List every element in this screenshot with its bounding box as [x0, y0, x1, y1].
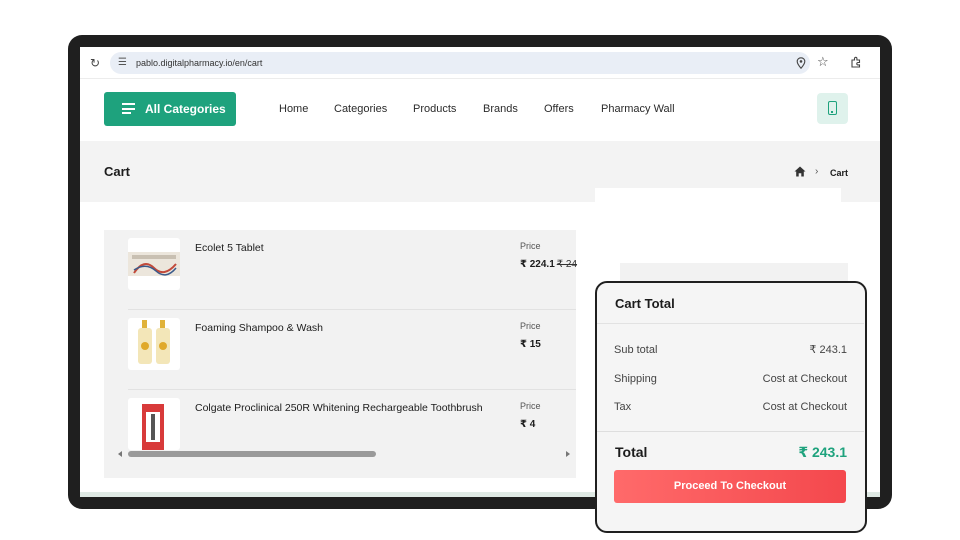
price-label: Price [520, 241, 541, 251]
nav-link-offers[interactable]: Offers [544, 102, 574, 116]
cart-total-title: Cart Total [615, 296, 675, 311]
current-price: ₹ 4 [520, 419, 536, 430]
nav-link-categories[interactable]: Categories [334, 102, 387, 116]
reload-icon[interactable]: ↻ [90, 56, 100, 70]
shipping-value: Cost at Checkout [762, 373, 847, 385]
main-navigation: All Categories Home Categories Products … [80, 79, 880, 141]
price-value: ₹ 4 [520, 419, 535, 431]
product-name[interactable]: Colgate Proclinical 250R Whitening Recha… [195, 402, 483, 415]
proceed-to-checkout-button[interactable]: Proceed To Checkout [614, 470, 846, 503]
url-text: pablo.digitalpharmacy.io/en/cart [136, 58, 263, 68]
tax-label: Tax [614, 401, 632, 413]
scrollbar-thumb[interactable] [128, 451, 376, 457]
current-price: ₹ 224.1 [520, 259, 555, 270]
price-label: Price [520, 321, 541, 331]
location-icon[interactable] [796, 57, 806, 69]
subtotal-label: Sub total [614, 344, 658, 356]
tax-value: Cost at Checkout [762, 401, 847, 413]
blank-panel [595, 188, 841, 263]
horizontal-scrollbar[interactable] [118, 450, 570, 458]
nav-link-home[interactable]: Home [279, 102, 308, 116]
site-settings-icon[interactable]: ☰ [118, 57, 127, 69]
total-value: ₹ 243.1 [798, 444, 847, 460]
phone-icon [828, 101, 837, 115]
menu-icon [122, 103, 135, 114]
cart-item: Colgate Proclinical 250R Whitening Recha… [128, 390, 576, 470]
cart-total-header: Cart Total [597, 283, 864, 324]
address-bar[interactable]: ☰ pablo.digitalpharmacy.io/en/cart ☆ [110, 52, 829, 74]
price-value: ₹ 15 [520, 339, 541, 351]
star-icon[interactable]: ☆ [817, 55, 829, 69]
mobile-app-button[interactable] [817, 93, 848, 124]
chevron-right-icon: › [815, 166, 819, 177]
divider [597, 431, 864, 432]
scroll-right-icon[interactable] [566, 451, 570, 457]
nav-link-products[interactable]: Products [413, 102, 456, 116]
home-icon[interactable] [794, 166, 806, 177]
cart-item: Foaming Shampoo & Wash Price ₹ 15 [128, 310, 576, 390]
scroll-left-icon[interactable] [118, 451, 122, 457]
product-image[interactable] [128, 398, 180, 450]
product-name[interactable]: Foaming Shampoo & Wash [195, 322, 323, 335]
browser-toolbar: ↻ ☰ pablo.digitalpharmacy.io/en/cart ☆ [80, 47, 880, 79]
cart-total-card: Cart Total Sub total ₹ 243.1 Shipping Co… [595, 281, 867, 533]
total-label: Total [615, 444, 648, 460]
shipping-label: Shipping [614, 373, 657, 385]
cart-item: Ecolet 5 Tablet Price ₹ 224.1 ₹ 24 [128, 230, 577, 310]
extensions-icon[interactable] [850, 56, 862, 68]
product-name[interactable]: Ecolet 5 Tablet [195, 242, 264, 255]
product-image[interactable] [128, 238, 180, 290]
nav-link-pharmacy-wall[interactable]: Pharmacy Wall [601, 102, 675, 116]
page-title: Cart [104, 164, 131, 179]
subtotal-value: ₹ 243.1 [809, 344, 847, 356]
all-categories-label: All Categories [145, 102, 226, 116]
breadcrumb-current: Cart [830, 168, 849, 178]
nav-link-brands[interactable]: Brands [483, 102, 518, 116]
old-price: ₹ 24 [556, 259, 578, 270]
price-label: Price [520, 401, 541, 411]
price-value: ₹ 224.1 ₹ 24 [520, 259, 577, 271]
cart-items-list: Ecolet 5 Tablet Price ₹ 224.1 ₹ 24 Foamin… [104, 230, 577, 478]
product-image[interactable] [128, 318, 180, 370]
current-price: ₹ 15 [520, 339, 541, 350]
all-categories-button[interactable]: All Categories [104, 92, 236, 126]
